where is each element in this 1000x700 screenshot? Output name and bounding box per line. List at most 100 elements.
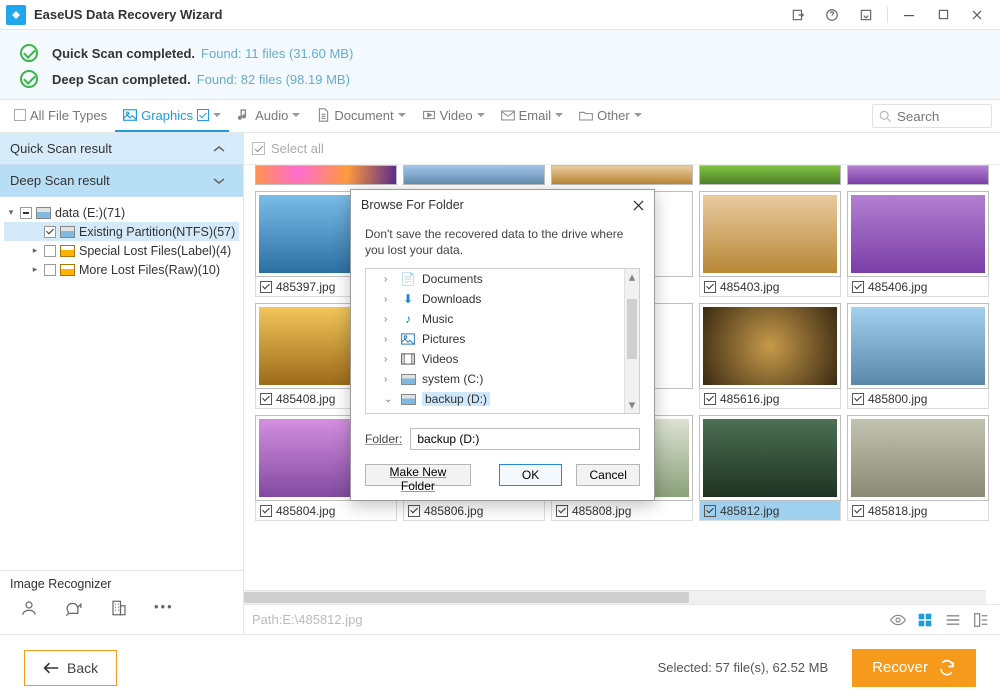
recognizer-people-icon[interactable]: [20, 599, 38, 617]
checkbox-icon[interactable]: [44, 245, 56, 257]
titlebar-help-icon[interactable]: [815, 0, 849, 30]
deep-scan-detail: Found: 82 files (98.19 MB): [197, 72, 350, 87]
thumbnail-filename: 485804.jpg: [276, 504, 335, 518]
preview-icon[interactable]: [890, 614, 908, 626]
thumbnail-filename: 485808.jpg: [572, 504, 631, 518]
pictures-icon: [400, 332, 416, 346]
expand-icon[interactable]: ▸: [30, 245, 40, 256]
music-icon: [237, 108, 251, 122]
tree-label: Special Lost Files(Label)(4): [79, 244, 231, 258]
filter-label: Document: [334, 108, 393, 123]
checkbox-icon[interactable]: [252, 142, 265, 155]
window-minimize-icon[interactable]: [892, 0, 926, 30]
checkbox-icon[interactable]: [556, 505, 568, 517]
thumbnail-filename: 485403.jpg: [720, 280, 779, 294]
folder-tree-item[interactable]: ⌄backup (D:): [366, 389, 639, 409]
filter-graphics[interactable]: Graphics: [115, 100, 229, 132]
thumbnail-card[interactable]: 485812.jpg: [699, 415, 841, 521]
filter-label: Graphics: [141, 108, 193, 123]
footer: Back Selected: 57 file(s), 62.52 MB Reco…: [0, 634, 1000, 700]
thumbnail-card[interactable]: 485616.jpg: [699, 303, 841, 409]
window-maximize-icon[interactable]: [926, 0, 960, 30]
checkbox-icon[interactable]: [20, 207, 32, 219]
filter-email[interactable]: Email: [493, 100, 572, 132]
dialog-title: Browse For Folder: [361, 198, 464, 212]
titlebar-export-icon[interactable]: [781, 0, 815, 30]
checkbox-icon[interactable]: [704, 393, 716, 405]
view-list-icon[interactable]: [946, 614, 964, 626]
expand-icon[interactable]: ▸: [30, 264, 40, 275]
deep-scan-status: Deep Scan completed. Found: 82 files (98…: [20, 66, 980, 92]
filter-audio[interactable]: Audio: [229, 100, 308, 132]
recognizer-building-icon[interactable]: [110, 599, 128, 617]
chevron-down-icon: [213, 113, 221, 117]
checkbox-icon[interactable]: [408, 505, 420, 517]
chevron-down-icon: [634, 113, 642, 117]
window-close-icon[interactable]: [960, 0, 994, 30]
folder-tree-item[interactable]: ›Pictures: [366, 329, 639, 349]
filter-video[interactable]: Video: [414, 100, 493, 132]
checkbox-icon[interactable]: [852, 505, 864, 517]
dialog-folder-tree: ›📄Documents ›⬇Downloads ›♪Music ›Picture…: [365, 268, 640, 414]
chevron-down-icon: [555, 113, 563, 117]
thumbnail-card[interactable]: 485818.jpg: [847, 415, 989, 521]
folder-tree-item[interactable]: ›📄Documents: [366, 269, 639, 289]
thumbnail-card[interactable]: 485403.jpg: [699, 191, 841, 297]
filter-all-types[interactable]: All File Types: [6, 100, 115, 132]
thumbnail-card[interactable]: [847, 165, 989, 185]
sidebar-deep-header[interactable]: Deep Scan result: [0, 165, 243, 197]
select-all-row[interactable]: Select all: [244, 133, 1000, 165]
cancel-button[interactable]: Cancel: [576, 464, 640, 486]
tree-node-special-lost[interactable]: ▸ Special Lost Files(Label)(4): [4, 241, 239, 260]
path-text: Path:E:\485812.jpg: [252, 612, 363, 627]
recover-button[interactable]: Recover: [852, 649, 976, 687]
view-detail-icon[interactable]: [974, 613, 992, 627]
folder-tree-item[interactable]: ›system (C:): [366, 369, 639, 389]
thumbnail-card[interactable]: 485800.jpg: [847, 303, 989, 409]
make-new-folder-button[interactable]: Make New Folder: [365, 464, 471, 486]
chevron-down-icon: [213, 177, 225, 185]
folder-tree-item[interactable]: ›⬇Downloads: [366, 289, 639, 309]
document-icon: [316, 108, 330, 122]
vertical-scrollbar[interactable]: ▴▾: [624, 269, 639, 413]
collapse-icon[interactable]: ▾: [6, 207, 16, 218]
thumbnail-filename: 485812.jpg: [720, 504, 779, 518]
filter-other[interactable]: Other: [571, 100, 650, 132]
thumbnail-card[interactable]: [255, 165, 397, 185]
folder-field-input[interactable]: [410, 428, 640, 450]
checkbox-icon[interactable]: [260, 505, 272, 517]
dialog-close-icon[interactable]: [633, 200, 644, 211]
tree-node-existing-partition[interactable]: Existing Partition(NTFS)(57): [4, 222, 239, 241]
sidebar-deep-title: Deep Scan result: [10, 173, 110, 188]
titlebar-menu-icon[interactable]: [849, 0, 883, 30]
horizontal-scrollbar[interactable]: [244, 590, 986, 604]
checkbox-icon[interactable]: [704, 505, 716, 517]
thumbnail-card[interactable]: [551, 165, 693, 185]
checkbox-icon[interactable]: [852, 393, 864, 405]
thumbnail-card[interactable]: [699, 165, 841, 185]
thumbnail-card[interactable]: 485406.jpg: [847, 191, 989, 297]
chevron-down-icon[interactable]: ⌄: [384, 394, 394, 405]
back-button[interactable]: Back: [24, 650, 117, 686]
checkbox-icon[interactable]: [704, 281, 716, 293]
deep-scan-headline: Deep Scan completed.: [52, 72, 191, 87]
filter-label: Email: [519, 108, 552, 123]
tree-node-more-lost[interactable]: ▸ More Lost Files(Raw)(10): [4, 260, 239, 279]
checkbox-icon[interactable]: [44, 226, 56, 238]
checkbox-icon[interactable]: [44, 264, 56, 276]
checkbox-icon[interactable]: [260, 281, 272, 293]
recognizer-animal-icon[interactable]: [64, 599, 84, 617]
thumbnail-card[interactable]: [403, 165, 545, 185]
folder-tree-item[interactable]: ›♪Music: [366, 309, 639, 329]
ok-button[interactable]: OK: [499, 464, 563, 486]
checkbox-icon[interactable]: [852, 281, 864, 293]
filter-document[interactable]: Document: [308, 100, 413, 132]
recognizer-more-icon[interactable]: •••: [154, 599, 174, 617]
folder-tree-item[interactable]: ›Videos: [366, 349, 639, 369]
sidebar-quick-header[interactable]: Quick Scan result: [0, 133, 243, 165]
tree-node-root[interactable]: ▾ data (E:)(71): [4, 203, 239, 222]
checkbox-icon[interactable]: [260, 393, 272, 405]
view-grid-icon[interactable]: [918, 613, 936, 627]
result-tree: ▾ data (E:)(71) Existing Partition(NTFS)…: [0, 197, 243, 285]
thumbnail-filename: 485818.jpg: [868, 504, 927, 518]
